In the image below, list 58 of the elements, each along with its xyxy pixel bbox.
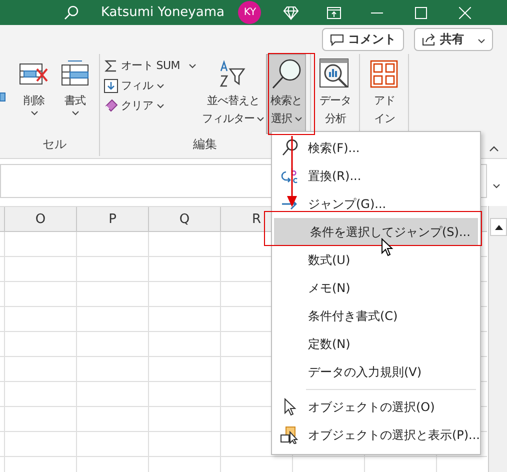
column-header[interactable]: O — [4, 207, 76, 231]
ribbon-button[interactable]: オート SUM — [104, 58, 196, 73]
group-label: セル — [42, 137, 66, 151]
menu-item[interactable]: 検索(F)... — [272, 134, 480, 162]
maximize-icon[interactable] — [415, 6, 428, 18]
ribbon-button[interactable]: 並べ替えと フィルター — [200, 54, 266, 134]
menu-item[interactable]: データの入力規則(V) — [272, 358, 480, 386]
caret-icon — [257, 117, 264, 122]
column-header[interactable]: P — [76, 207, 148, 231]
mouse-cursor-icon — [381, 238, 394, 257]
caret-icon — [478, 38, 485, 44]
menu-item[interactable]: メモ(N) — [272, 274, 480, 302]
menu-item[interactable]: オブジェクトの選択(O) — [272, 393, 480, 421]
selection-pane-icon — [280, 426, 300, 444]
add-ins-icon — [369, 59, 400, 89]
caret-icon — [188, 64, 196, 69]
ribbon-button[interactable]: 書式 — [55, 54, 95, 134]
menu-item[interactable]: 条件付き書式(C) — [272, 302, 480, 330]
cell-icon — [0, 92, 6, 102]
search-icon — [270, 58, 302, 90]
ribbon-display-icon[interactable] — [327, 6, 342, 18]
share-icon — [422, 33, 436, 46]
user-avatar[interactable]: KY — [238, 1, 262, 24]
scrollbar[interactable] — [488, 206, 507, 472]
data-analysis-icon — [319, 58, 352, 90]
menu-item[interactable]: 条件を選択してジャンプ(S)... — [274, 218, 478, 246]
ribbon-button[interactable]: フィル — [104, 78, 196, 93]
search-icon — [282, 139, 298, 157]
minimize-icon[interactable] — [371, 12, 384, 14]
expand-icon — [493, 184, 500, 189]
annotation-arrow — [286, 136, 298, 208]
caret-icon — [157, 84, 164, 89]
ribbon-button[interactable]: 削除 — [14, 54, 54, 134]
menu-item[interactable]: オブジェクトの選択と表示(P)... — [272, 421, 480, 449]
group-label: 編集 — [193, 137, 218, 151]
menu-item[interactable]: 数式(U) — [272, 246, 480, 274]
search-icon[interactable] — [63, 4, 79, 20]
ribbon-button[interactable]: クリア — [104, 98, 196, 113]
column-header[interactable]: Q — [148, 207, 220, 231]
ribbon-button[interactable]: 検索と 選択 — [266, 54, 306, 134]
comment-button[interactable]: コメント — [322, 28, 404, 51]
user-name: Katsumi Yoneyama — [101, 5, 224, 20]
caret-icon — [72, 111, 78, 116]
fill-down-icon — [104, 78, 118, 92]
caret-icon — [30, 111, 38, 116]
menu-item[interactable]: 置換(R)... — [272, 162, 480, 190]
menu-item[interactable]: 定数(N) — [272, 330, 480, 358]
scroll-up-icon[interactable] — [494, 224, 502, 230]
close-icon[interactable] — [459, 6, 472, 18]
speech-bubble-icon — [330, 34, 344, 46]
sigma-icon — [104, 58, 118, 72]
caret-icon — [157, 104, 164, 109]
eraser-icon — [104, 98, 118, 112]
share-button[interactable]: 共有 — [414, 28, 493, 51]
pointer-icon — [283, 398, 297, 416]
diamond-icon[interactable] — [283, 6, 300, 20]
collapse-ribbon-icon[interactable] — [489, 146, 499, 152]
caret-icon — [294, 117, 302, 122]
